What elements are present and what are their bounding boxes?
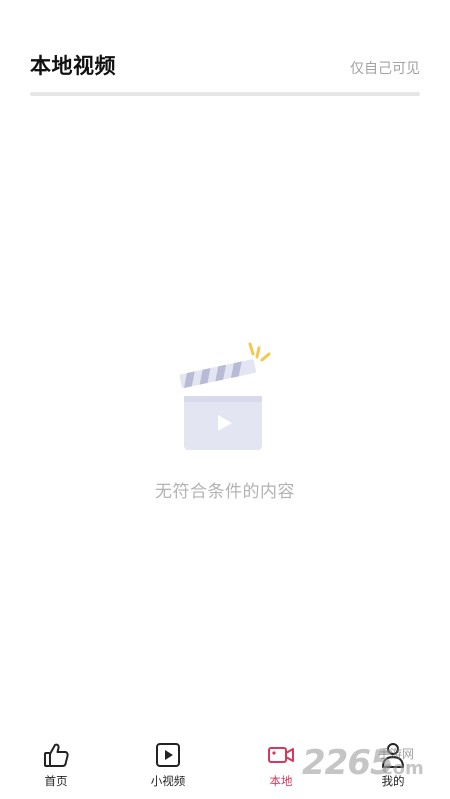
clapperboard-icon	[179, 342, 271, 450]
header: 本地视频 仅自己可见	[30, 0, 420, 96]
empty-message: 无符合条件的内容	[155, 482, 295, 502]
video-camera-icon	[268, 747, 294, 763]
play-box-icon	[156, 743, 180, 767]
bottom-nav: 首页 小视频 本地 我的 2265 手游网 com	[0, 737, 450, 799]
empty-state: 无符合条件的内容	[0, 335, 450, 515]
nav-short-video[interactable]: 小视频	[138, 741, 198, 795]
page-title: 本地视频	[30, 54, 116, 78]
local-video-screen: 本地视频 仅自己可见 无符合条件的内容 首页 小视频 本地 我的 2265 手游…	[0, 0, 450, 799]
watermark-com: com	[382, 758, 424, 779]
nav-short-video-label: 小视频	[150, 774, 186, 788]
thumbs-up-icon	[44, 743, 69, 767]
privacy-label[interactable]: 仅自己可见	[350, 58, 420, 78]
header-divider	[30, 92, 420, 96]
nav-home[interactable]: 首页	[26, 741, 86, 795]
nav-home-label: 首页	[44, 774, 68, 788]
watermark: 2265 手游网 com	[302, 743, 432, 783]
